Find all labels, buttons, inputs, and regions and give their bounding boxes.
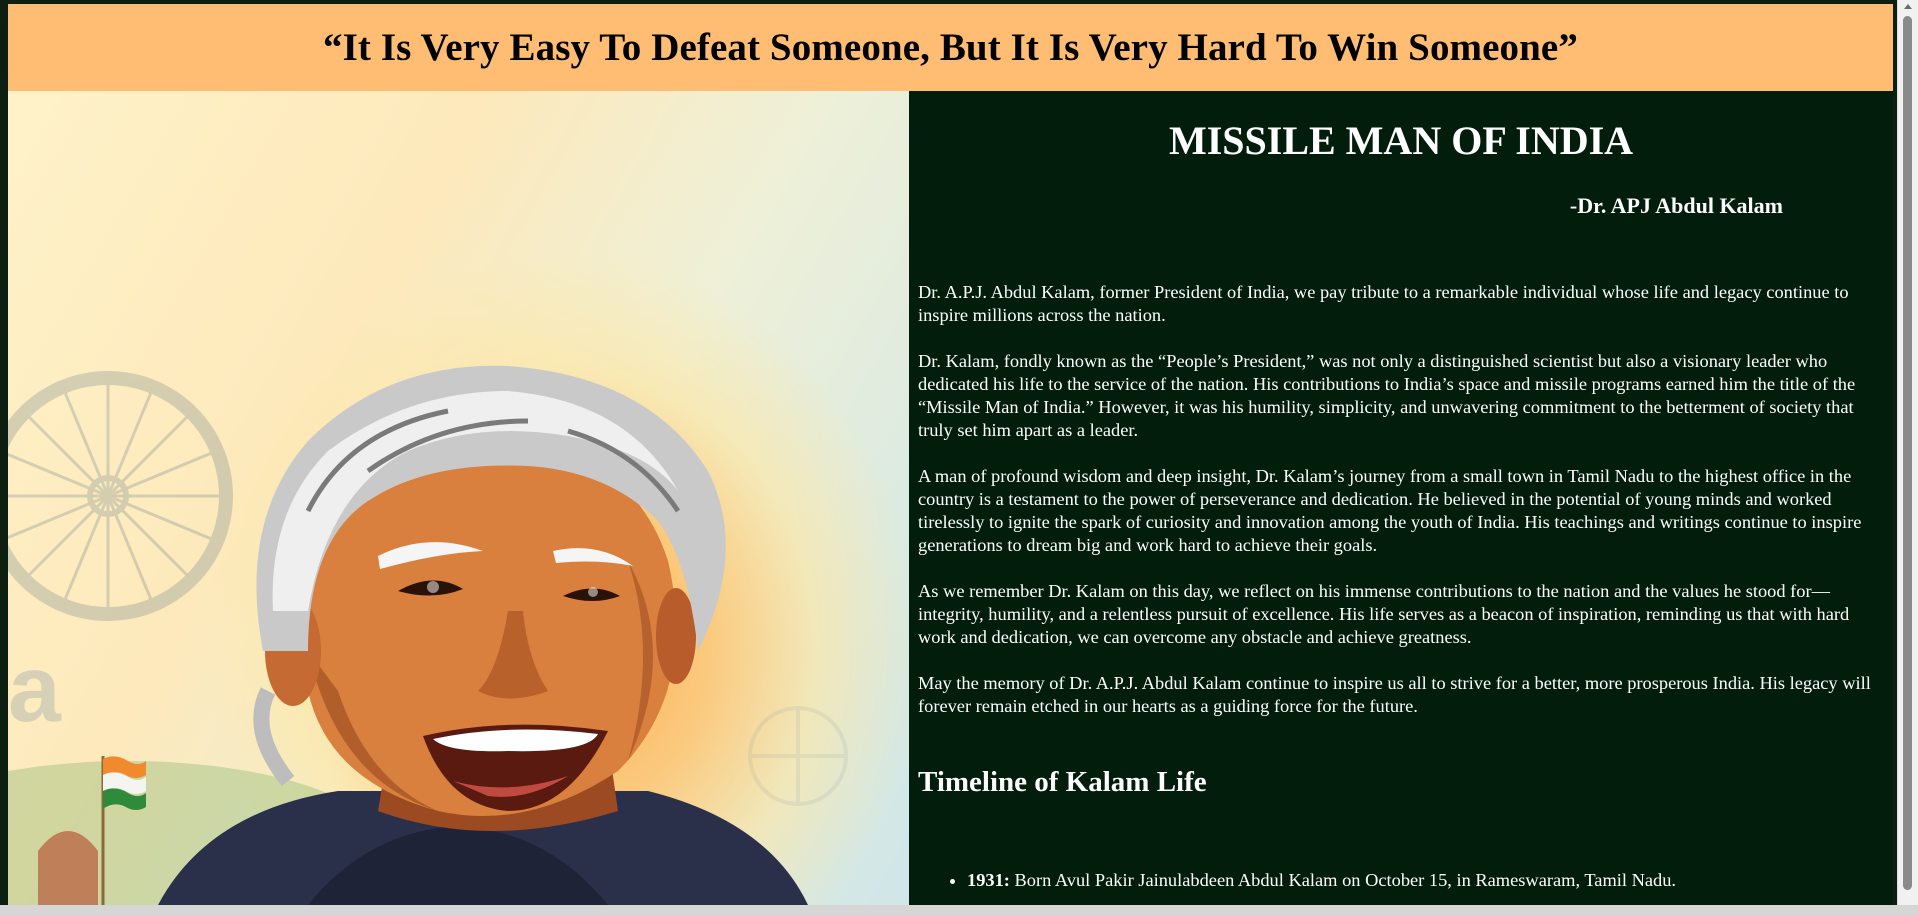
timeline-list: 1931: Born Avul Pakir Jainulabdeen Abdul… [967,869,1867,892]
portrait-panel: a [8,91,909,905]
horizontal-scrollbar[interactable] [0,905,1918,915]
list-item: 1931: Born Avul Pakir Jainulabdeen Abdul… [967,869,1867,892]
ashoka-chakra-icon [8,371,233,621]
page-frame: “It Is Very Easy To Defeat Someone, But … [8,4,1893,905]
scroll-thumb[interactable] [1903,16,1912,890]
timeline-year: 1931: [967,870,1010,890]
page-title: MISSILE MAN OF INDIA [1168,118,1634,163]
byline: -Dr. APJ Abdul Kalam [1569,193,1783,218]
paragraph: Dr. Kalam, fondly known as the “People’s… [918,351,1856,440]
scroll-up-arrow-icon[interactable] [1904,4,1912,9]
paragraph: A man of profound wisdom and deep insigh… [918,466,1862,555]
paragraph: As we remember Dr. Kalam on this day, we… [918,581,1850,647]
timeline-heading: Timeline of Kalam Life [918,766,1207,798]
article-body: Dr. A.P.J. Abdul Kalam, former President… [918,281,1886,741]
timeline-text: Born Avul Pakir Jainulabdeen Abdul Kalam… [1009,870,1677,890]
paragraph: May the memory of Dr. A.P.J. Abdul Kalam… [918,673,1871,716]
quote-text: “It Is Very Easy To Defeat Someone, But … [323,26,1578,69]
content-panel: MISSILE MAN OF INDIA -Dr. APJ Abdul Kala… [909,91,1893,905]
paragraph: Dr. A.P.J. Abdul Kalam, former President… [918,282,1849,325]
vertical-scrollbar[interactable] [1897,0,1918,905]
svg-text:a: a [8,636,62,742]
quote-banner: “It Is Very Easy To Defeat Someone, But … [8,4,1893,91]
portrait-illustration: a [8,365,848,905]
